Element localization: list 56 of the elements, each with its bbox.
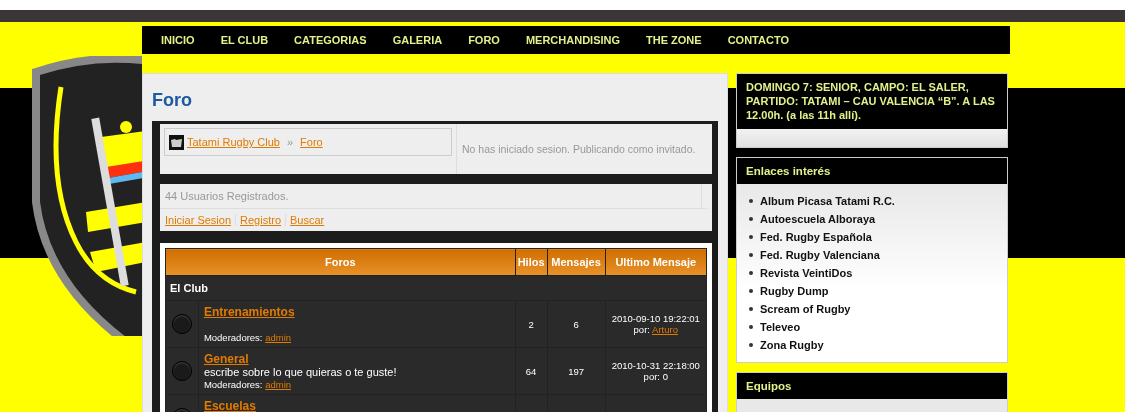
- nav-link[interactable]: CATEGORIAS: [281, 34, 380, 46]
- bullet-icon: [749, 307, 753, 311]
- column-header: Mensajes: [547, 248, 606, 276]
- moderators-text: Moderadores: admin: [203, 379, 292, 390]
- sidebar-link[interactable]: Revista VeintiDos: [760, 266, 853, 280]
- moderator-link[interactable]: admin: [265, 379, 292, 390]
- last-post-author: por: 0: [642, 371, 669, 382]
- sidebar-link[interactable]: Fed. Rugby Valenciana: [760, 248, 880, 262]
- column-header: Foros: [165, 248, 516, 276]
- sidebar-link[interactable]: Zona Rugby: [760, 338, 824, 352]
- nav-link[interactable]: MERCHANDISING: [512, 34, 634, 46]
- nav-link[interactable]: FORO: [455, 34, 513, 46]
- forum-name-link[interactable]: Escuelas: [203, 399, 256, 412]
- thread-count: 2: [528, 318, 534, 330]
- nav-link[interactable]: EL CLUB: [207, 34, 282, 46]
- column-header: Ultimo Mensaje: [605, 248, 707, 276]
- moderator-link[interactable]: admin: [265, 332, 292, 343]
- bullet-icon: [749, 271, 753, 275]
- sidebar-link[interactable]: Scream of Rugby: [760, 302, 851, 316]
- bullet-icon: [749, 235, 753, 239]
- bullet-icon: [749, 343, 753, 347]
- thread-count: 64: [525, 365, 537, 377]
- nav-link[interactable]: CONTACTO: [714, 34, 802, 46]
- last-post-date: 2010-10-31 22:18:00: [610, 360, 701, 371]
- nav-link[interactable]: GALERIA: [379, 34, 456, 46]
- sidebar-link[interactable]: Televeo: [760, 320, 801, 334]
- sidebar-link[interactable]: Rugby Dump: [760, 284, 829, 298]
- sidebar-link[interactable]: Fed. Rugby Española: [760, 230, 872, 244]
- bullet-icon: [749, 289, 753, 293]
- folder-icon: [169, 134, 184, 150]
- last-post-author: por: Arturo: [632, 324, 679, 335]
- last-post-date: 2010-09-10 19:22:01: [610, 313, 701, 324]
- login-status: No has iniciado sesion. Publicando como invitado.: [461, 143, 696, 155]
- message-count: 6: [573, 318, 579, 330]
- bullet-icon: [749, 253, 753, 257]
- forum-name-link[interactable]: General: [203, 352, 249, 366]
- nav-link[interactable]: INICIO: [148, 34, 208, 46]
- author-link[interactable]: Arturo: [652, 324, 678, 335]
- bullet-icon: [749, 325, 753, 329]
- page-title: Foro: [152, 90, 192, 111]
- column-header: Hilos: [515, 248, 548, 276]
- box-title: Equipos: [737, 373, 1007, 399]
- nav-link[interactable]: THE ZONE: [633, 34, 715, 46]
- message-count: 197: [568, 365, 584, 377]
- forum-status-icon: [171, 314, 192, 334]
- sidebar-link[interactable]: Autoescuela Alboraya: [760, 212, 876, 226]
- bullet-icon: [749, 217, 753, 221]
- forum-description: escribe sobre lo que quieras o te guste!: [203, 366, 397, 378]
- forum-name-link[interactable]: Entrenamientos: [203, 305, 295, 319]
- moderators-text: Moderadores: admin: [203, 332, 292, 343]
- breadcrumb-separator: »: [286, 136, 294, 148]
- forum-status-icon: [171, 361, 192, 381]
- bullet-icon: [749, 199, 753, 203]
- users-count: 44 Usuarios Registrados.: [160, 184, 712, 209]
- category-title: El Club: [165, 275, 707, 301]
- sidebar-link[interactable]: Album Picasa Tatami R.C.: [760, 194, 895, 208]
